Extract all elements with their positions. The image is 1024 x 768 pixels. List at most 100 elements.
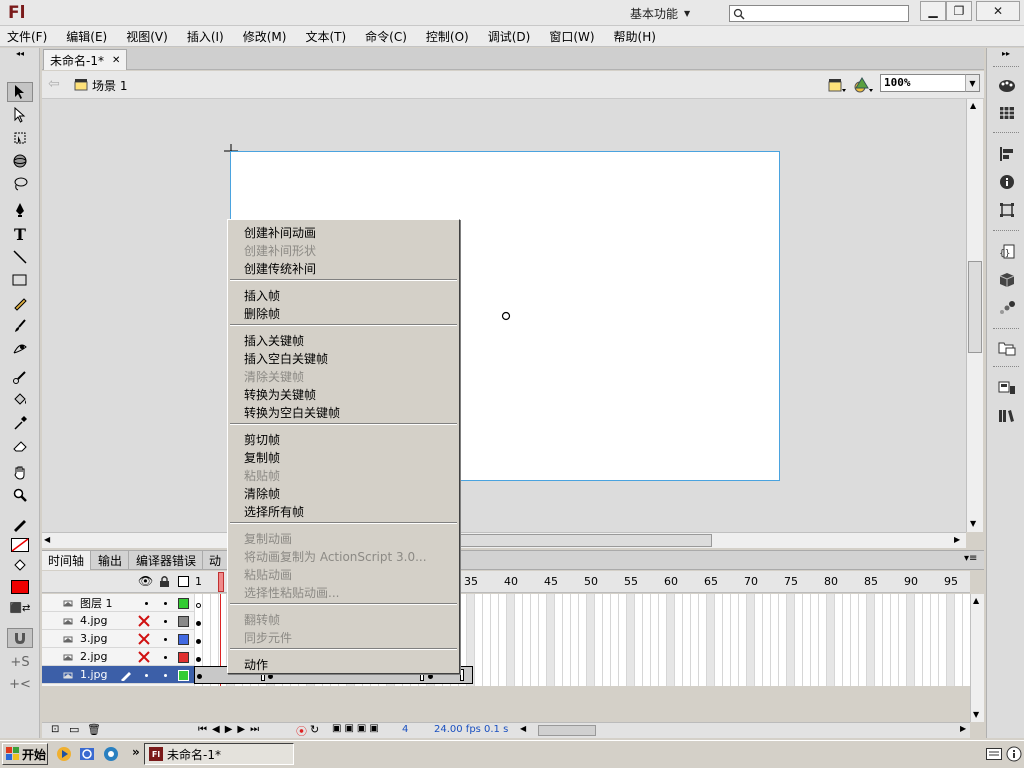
horizontal-scroll-thumb[interactable] xyxy=(458,534,712,547)
color-panel-button[interactable] xyxy=(996,76,1018,96)
close-tab-icon[interactable]: ✕ xyxy=(112,55,120,66)
hidden-x-icon[interactable] xyxy=(138,633,150,645)
paint-bucket-tool[interactable] xyxy=(7,390,33,410)
keyframe[interactable] xyxy=(268,674,273,679)
lock-dot[interactable] xyxy=(164,620,167,623)
lasso-tool[interactable] xyxy=(7,174,33,194)
onion-skin-options[interactable]: ▣▣▣▣ xyxy=(332,723,382,734)
layer-color-box[interactable] xyxy=(178,670,189,681)
menu-commands[interactable]: 命令(C) xyxy=(358,28,414,45)
hidden-x-icon[interactable] xyxy=(138,651,150,663)
layer-color-box[interactable] xyxy=(178,652,189,663)
eye-icon[interactable]: 👁 xyxy=(138,574,153,588)
scroll-left-icon[interactable]: ◀ xyxy=(520,724,526,733)
workspace-switcher[interactable]: 基本功能 ▼ xyxy=(630,4,718,22)
library-panel-button[interactable] xyxy=(996,378,1018,398)
scroll-up-icon[interactable]: ▲ xyxy=(970,101,976,110)
stage-horizontal-scrollbar[interactable]: ◀ ▶ xyxy=(42,532,966,548)
stroke-color-tool[interactable] xyxy=(7,515,33,535)
zoom-dropdown-button[interactable]: ▼ xyxy=(965,74,980,92)
layer-color-box[interactable] xyxy=(178,598,189,609)
transform-panel-button[interactable] xyxy=(996,200,1018,220)
lock-dot[interactable] xyxy=(164,674,167,677)
scroll-up-icon[interactable]: ▲ xyxy=(973,596,979,605)
onion-skin-icon[interactable]: ⦿ xyxy=(296,723,307,739)
align-panel-button[interactable] xyxy=(996,144,1018,164)
lock-icon[interactable] xyxy=(159,575,170,588)
menu-insert-frame[interactable]: 插入帧 xyxy=(244,287,280,304)
hand-tool[interactable] xyxy=(7,462,33,482)
3d-rotation-tool[interactable] xyxy=(7,151,33,171)
empty-keyframe[interactable] xyxy=(196,603,201,608)
properties-panel-button[interactable] xyxy=(996,406,1018,426)
back-arrow-icon[interactable]: ⇦ xyxy=(48,76,60,92)
taskbar-window-item[interactable]: Fl 未命名-1* xyxy=(144,743,294,765)
text-tool[interactable]: T xyxy=(7,224,33,244)
project-panel-button[interactable] xyxy=(996,338,1018,358)
keyframe[interactable] xyxy=(196,621,201,626)
code-snippets-panel-button[interactable]: {} xyxy=(996,242,1018,262)
menu-help[interactable]: 帮助(H) xyxy=(607,28,663,45)
expand-panels-icon[interactable]: ▸▸ xyxy=(1002,49,1010,58)
vertical-scroll-thumb[interactable] xyxy=(968,261,982,353)
menu-window[interactable]: 窗口(W) xyxy=(542,28,601,45)
menu-view[interactable]: 视图(V) xyxy=(119,28,175,45)
loop-icon[interactable]: ↻ xyxy=(310,723,319,736)
swap-colors-button[interactable]: ⬛⇄ xyxy=(7,598,33,618)
pencil-tool[interactable] xyxy=(7,293,33,313)
frame-rate[interactable]: 24.00 fps xyxy=(434,724,481,735)
document-tab[interactable]: 未命名-1* ✕ xyxy=(43,49,127,70)
eraser-tool[interactable] xyxy=(7,436,33,456)
layer-row[interactable]: 图层 1 xyxy=(42,594,194,612)
playback-controls[interactable]: ⏮◀▶▶⏭ xyxy=(198,724,264,735)
close-button[interactable]: ✕ xyxy=(976,1,1020,21)
keyframe[interactable] xyxy=(197,674,202,679)
menu-copy-frames[interactable]: 复制帧 xyxy=(244,449,280,466)
timeline-vertical-scrollbar[interactable]: ▲ ▼ xyxy=(970,594,984,722)
new-layer-icon[interactable]: ⊡ xyxy=(51,724,59,735)
free-transform-tool[interactable] xyxy=(7,128,33,148)
tab-timeline[interactable]: 时间轴 xyxy=(42,551,92,570)
menu-file[interactable]: 文件(F) xyxy=(0,28,54,45)
new-folder-icon[interactable]: ▭ xyxy=(69,723,79,736)
stage-vertical-scrollbar[interactable]: ▲ ▼ xyxy=(966,99,983,532)
scroll-left-icon[interactable]: ◀ xyxy=(44,535,50,544)
delete-layer-icon[interactable]: 🗑 xyxy=(87,723,101,736)
menu-convert-to-keyframes[interactable]: 转换为关键帧 xyxy=(244,386,316,403)
menu-create-classic-tween[interactable]: 创建传统补间 xyxy=(244,260,316,277)
line-tool[interactable] xyxy=(7,247,33,267)
tab-output[interactable]: 输出 xyxy=(92,551,130,570)
menu-select-all-frames[interactable]: 选择所有帧 xyxy=(244,503,304,520)
outline-icon[interactable] xyxy=(178,576,189,587)
snap-to-objects-button[interactable] xyxy=(7,628,33,648)
layer-color-box[interactable] xyxy=(178,634,189,645)
layer-color-box[interactable] xyxy=(178,616,189,627)
pen-tool[interactable] xyxy=(7,200,33,220)
fill-color-tool[interactable] xyxy=(7,555,33,575)
layer-row[interactable]: 2.jpg xyxy=(42,648,194,666)
stage-pasteboard[interactable] xyxy=(42,99,966,532)
info-panel-button[interactable] xyxy=(996,172,1018,192)
overflow-icon[interactable]: » xyxy=(132,745,140,759)
brush-tool[interactable] xyxy=(7,316,33,336)
menu-convert-to-blank-keyframes[interactable]: 转换为空白关键帧 xyxy=(244,404,340,421)
eyedropper-tool[interactable] xyxy=(7,413,33,433)
current-frame[interactable]: 4 xyxy=(402,724,408,735)
menu-insert[interactable]: 插入(I) xyxy=(180,28,231,45)
lock-dot[interactable] xyxy=(164,602,167,605)
start-button[interactable]: 开始 xyxy=(2,743,48,765)
visibility-dot[interactable] xyxy=(145,602,148,605)
menu-control[interactable]: 控制(O) xyxy=(419,28,476,45)
keyframe[interactable] xyxy=(196,657,201,662)
keyframe[interactable] xyxy=(428,674,433,679)
scroll-down-icon[interactable]: ▼ xyxy=(973,710,979,719)
menu-cut-frames[interactable]: 剪切帧 xyxy=(244,431,280,448)
smooth-button[interactable]: +S xyxy=(7,652,33,672)
zoom-tool[interactable] xyxy=(7,485,33,505)
layer-row-selected[interactable]: 1.jpg xyxy=(42,666,194,684)
fill-color-swatch[interactable] xyxy=(7,577,33,597)
scroll-down-icon[interactable]: ▼ xyxy=(970,519,976,528)
timeline-scroll-thumb[interactable] xyxy=(538,725,596,736)
layer-row[interactable]: 4.jpg xyxy=(42,612,194,630)
menu-insert-blank-keyframe[interactable]: 插入空白关键帧 xyxy=(244,350,328,367)
